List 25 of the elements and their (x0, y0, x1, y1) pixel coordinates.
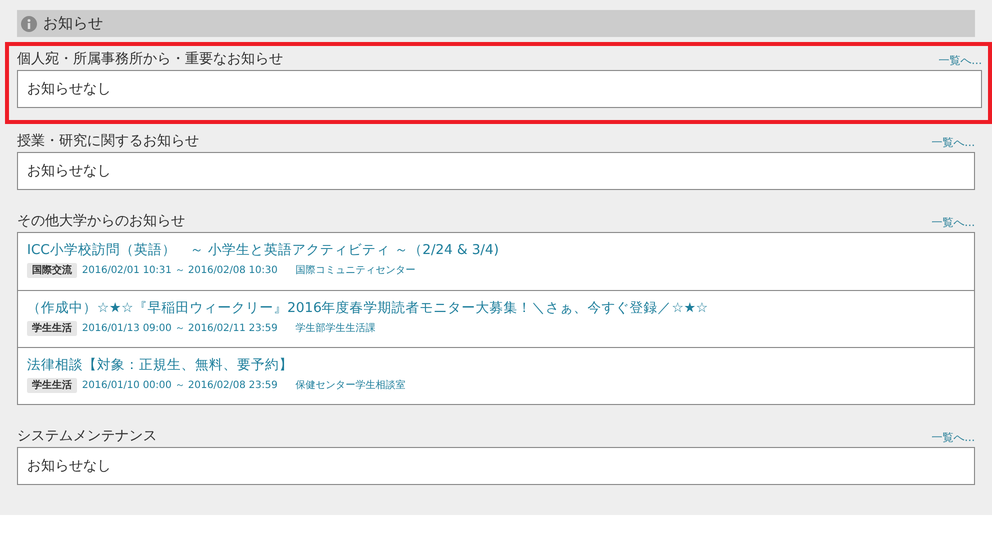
category-tag: 学生生活 (27, 378, 77, 393)
section-title: その他大学からのお知らせ (17, 212, 185, 230)
list-link[interactable]: 一覧へ... (932, 216, 975, 230)
section-title: システムメンテナンス (17, 427, 157, 445)
list-link[interactable]: 一覧へ... (932, 431, 975, 445)
empty-message: お知らせなし (27, 80, 111, 98)
panel-title: お知らせ (43, 13, 103, 34)
notice-link[interactable]: ICC小学校訪問（英語） ～ 小学生と英語アクティビティ ～（2/24 & 3/4) (27, 241, 965, 259)
source-text: 学生部学生生活課 (296, 322, 376, 336)
empty-message: お知らせなし (27, 162, 111, 180)
date-range: 2016/01/13 09:00 ～ 2016/02/11 23:59 (82, 322, 278, 336)
list-link[interactable]: 一覧へ... (932, 136, 975, 150)
section-title: 個人宛・所属事務所から・重要なお知らせ (17, 50, 283, 68)
category-tag: 国際交流 (27, 263, 77, 278)
notice-link[interactable]: 法律相談【対象：正規生、無料、要予約】 (27, 356, 965, 374)
section-title: 授業・研究に関するお知らせ (17, 132, 199, 150)
category-tag: 学生生活 (27, 321, 77, 336)
date-range: 2016/01/10 00:00 ～ 2016/02/08 23:59 (82, 379, 278, 393)
info-icon (21, 16, 37, 32)
source-text: 保健センター学生相談室 (296, 378, 406, 393)
source-text: 国際コミュニティセンター (296, 264, 416, 278)
notice-link[interactable]: （作成中）☆★☆『早稲田ウィークリー』2016年度春学期読者モニター大募集！＼さぁ、今すぐ登録／☆★☆ (27, 299, 965, 317)
list-link[interactable]: 一覧へ... (938, 54, 982, 68)
date-range: 2016/02/01 10:31 ～ 2016/02/08 10:30 (82, 264, 278, 278)
empty-message: お知らせなし (27, 456, 111, 476)
